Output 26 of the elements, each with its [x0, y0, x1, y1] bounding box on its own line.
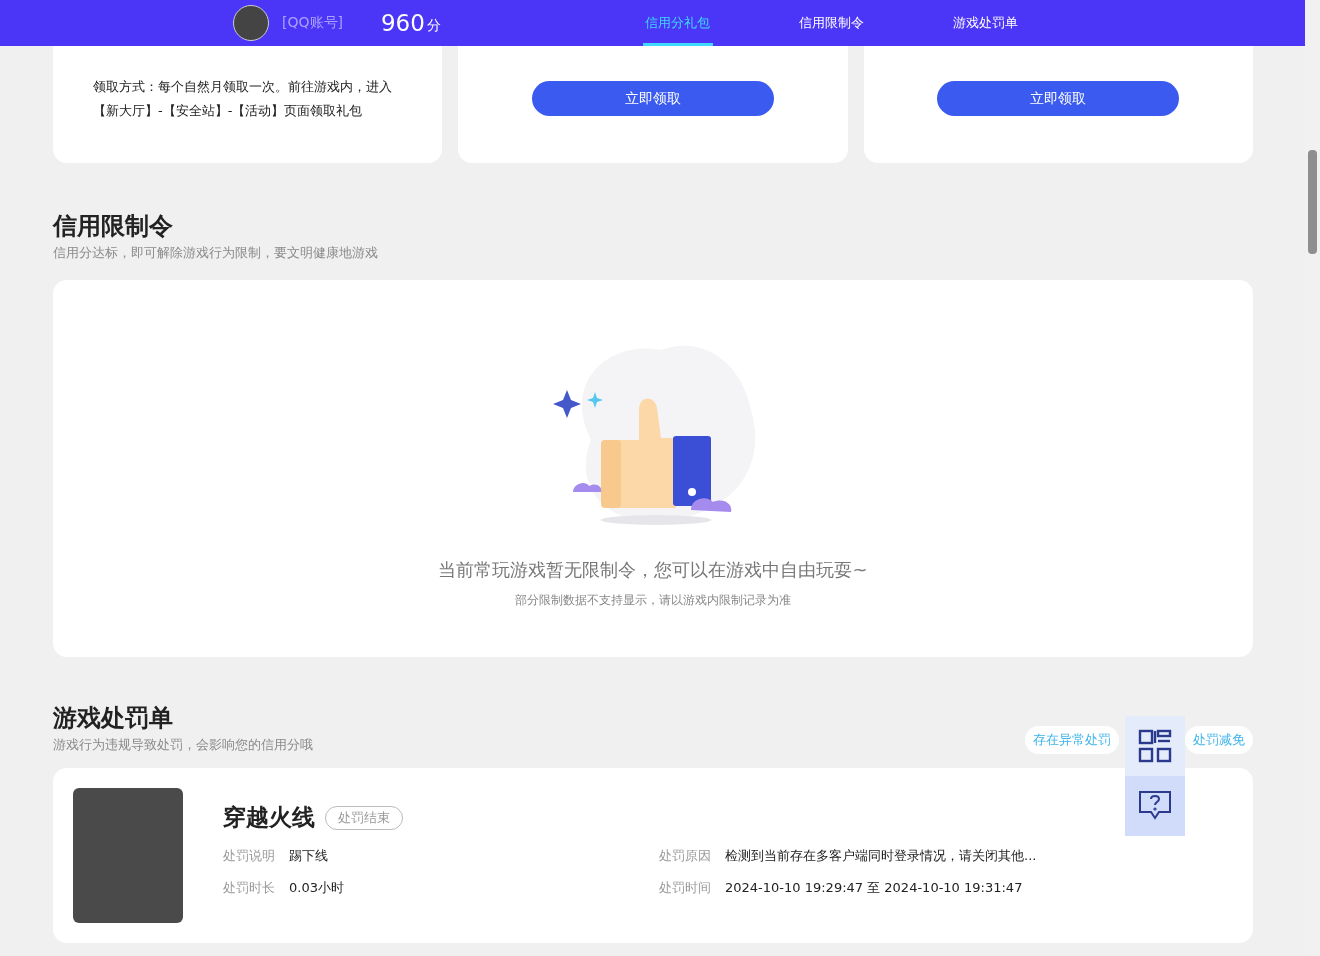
nav-tab[interactable]: 游戏处罚单 — [908, 0, 1063, 46]
score-unit: 分 — [426, 17, 441, 35]
claim-button[interactable]: 立即领取 — [937, 81, 1180, 116]
nav-tab[interactable]: 信用限制令 — [754, 0, 909, 46]
field-label: 处罚说明 — [223, 847, 275, 865]
section-subtitle: 游戏行为违规导致处罚，会影响您的信用分哦 — [53, 736, 313, 754]
help-icon[interactable] — [1125, 776, 1185, 836]
section-title: 游戏处罚单 — [53, 703, 174, 733]
field-value: 踢下线 — [289, 847, 328, 865]
field-value: 2024-10-10 19:29:47 至 2024-10-10 19:31:47 — [725, 879, 1023, 897]
field-value: 0.03小时 — [289, 879, 344, 897]
qr-code-icon[interactable] — [1125, 716, 1185, 776]
credit-score: 960 — [380, 10, 425, 36]
field-value: 检测到当前存在多客户端同时登录情况，请关闭其他... — [725, 847, 1037, 865]
field-label: 处罚原因 — [659, 847, 711, 865]
field-label: 处罚时间 — [659, 879, 711, 897]
claim-instructions: 领取方式：每个自然月领取一次。前往游戏内，进入【新大厅】-【安全站】-【活动】页面领取礼包 — [93, 77, 393, 120]
field-label: 处罚时长 — [223, 879, 275, 897]
game-title: 穿越火线 — [223, 803, 315, 832]
account-label: [QQ账号] — [282, 14, 343, 32]
empty-message: 当前常玩游戏暂无限制令，您可以在游戏中自由玩耍~ — [438, 558, 868, 582]
section-subtitle: 信用分达标，即可解除游戏行为限制，要文明健康地游戏 — [53, 244, 378, 262]
claim-button[interactable]: 立即领取 — [532, 81, 774, 116]
section-title: 信用限制令 — [53, 211, 174, 241]
empty-note: 部分限制数据不支持显示，请以游戏内限制记录为准 — [515, 592, 791, 609]
avatar-placeholder — [233, 5, 269, 41]
